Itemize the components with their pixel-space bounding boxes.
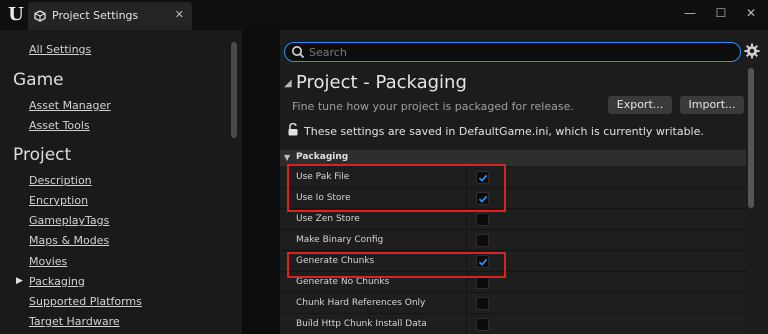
setting-label: Build Http Chunk Install Data xyxy=(296,319,427,329)
section-description: Fine tune how your project is packaged f… xyxy=(292,100,574,113)
title-bar: U Project Settings ✕ — ☐ ✕ xyxy=(0,0,768,30)
config-file-note: These settings are saved in DefaultGame.… xyxy=(304,125,704,138)
settings-sidebar: All Settings Game Asset Manager Asset To… xyxy=(0,30,242,334)
sidebar-item-packaging[interactable]: Packaging xyxy=(29,275,85,288)
setting-label: Chunk Hard References Only xyxy=(296,298,426,308)
setting-checkbox[interactable] xyxy=(476,213,489,226)
sidebar-group-project: Project xyxy=(13,145,72,165)
setting-row: Make Binary Config xyxy=(280,230,746,251)
search-box[interactable] xyxy=(284,42,741,62)
maximize-icon[interactable]: ☐ xyxy=(714,6,728,20)
tab-close-icon[interactable]: ✕ xyxy=(175,8,184,21)
setting-label: Make Binary Config xyxy=(296,235,384,245)
sidebar-item-all-settings[interactable]: All Settings xyxy=(29,43,91,56)
settings-scrollbar[interactable] xyxy=(748,68,754,208)
sidebar-item-gameplaytags[interactable]: GameplayTags xyxy=(29,214,109,227)
sidebar-scrollbar[interactable] xyxy=(231,42,237,138)
setting-row: Build Http Chunk Install Data xyxy=(280,314,746,334)
row-divider xyxy=(466,209,467,230)
highlight-box xyxy=(287,164,506,212)
window-close-icon[interactable]: ✕ xyxy=(744,6,758,20)
settings-cube-icon xyxy=(34,10,46,22)
sidebar-item-asset-manager[interactable]: Asset Manager xyxy=(29,99,111,112)
import-button[interactable]: Import... xyxy=(680,96,744,114)
sidebar-item-description[interactable]: Description xyxy=(29,174,92,187)
category-collapse-icon[interactable]: ▼ xyxy=(284,153,290,162)
sidebar-item-movies[interactable]: Movies xyxy=(29,255,67,268)
unlocked-icon xyxy=(288,123,298,136)
unreal-engine-logo-icon[interactable]: U xyxy=(4,3,28,27)
setting-checkbox[interactable] xyxy=(476,234,489,247)
minimize-icon[interactable]: — xyxy=(683,6,697,20)
sidebar-item-maps-modes[interactable]: Maps & Modes xyxy=(29,234,109,247)
search-icon xyxy=(292,46,305,59)
highlight-box xyxy=(287,252,506,278)
tab-project-settings[interactable]: Project Settings ✕ xyxy=(28,2,192,30)
sidebar-group-game: Game xyxy=(13,70,64,90)
row-divider xyxy=(466,293,467,314)
row-divider xyxy=(466,314,467,334)
setting-label: Generate No Chunks xyxy=(296,277,390,287)
setting-checkbox[interactable] xyxy=(476,297,489,310)
selected-arrow-icon: ▶ xyxy=(16,276,23,286)
category-title: Packaging xyxy=(296,152,349,162)
sidebar-item-supported-platforms[interactable]: Supported Platforms xyxy=(29,295,142,308)
export-button[interactable]: Export... xyxy=(608,96,672,114)
panel-divider[interactable] xyxy=(242,30,280,334)
sidebar-item-target-hardware[interactable]: Target Hardware xyxy=(29,315,120,328)
row-divider xyxy=(466,230,467,251)
setting-label: Use Zen Store xyxy=(296,214,360,224)
gear-icon[interactable] xyxy=(744,43,760,59)
setting-checkbox[interactable] xyxy=(476,318,489,331)
setting-row: Use Zen Store xyxy=(280,209,746,230)
setting-row: Chunk Hard References Only xyxy=(280,293,746,314)
section-title: Project - Packaging xyxy=(296,72,467,93)
search-input[interactable] xyxy=(309,45,729,59)
tab-title: Project Settings xyxy=(52,9,139,22)
sidebar-item-asset-tools[interactable]: Asset Tools xyxy=(29,119,90,132)
sidebar-item-encryption[interactable]: Encryption xyxy=(29,194,88,207)
section-collapse-icon[interactable]: ◢ xyxy=(284,78,292,89)
